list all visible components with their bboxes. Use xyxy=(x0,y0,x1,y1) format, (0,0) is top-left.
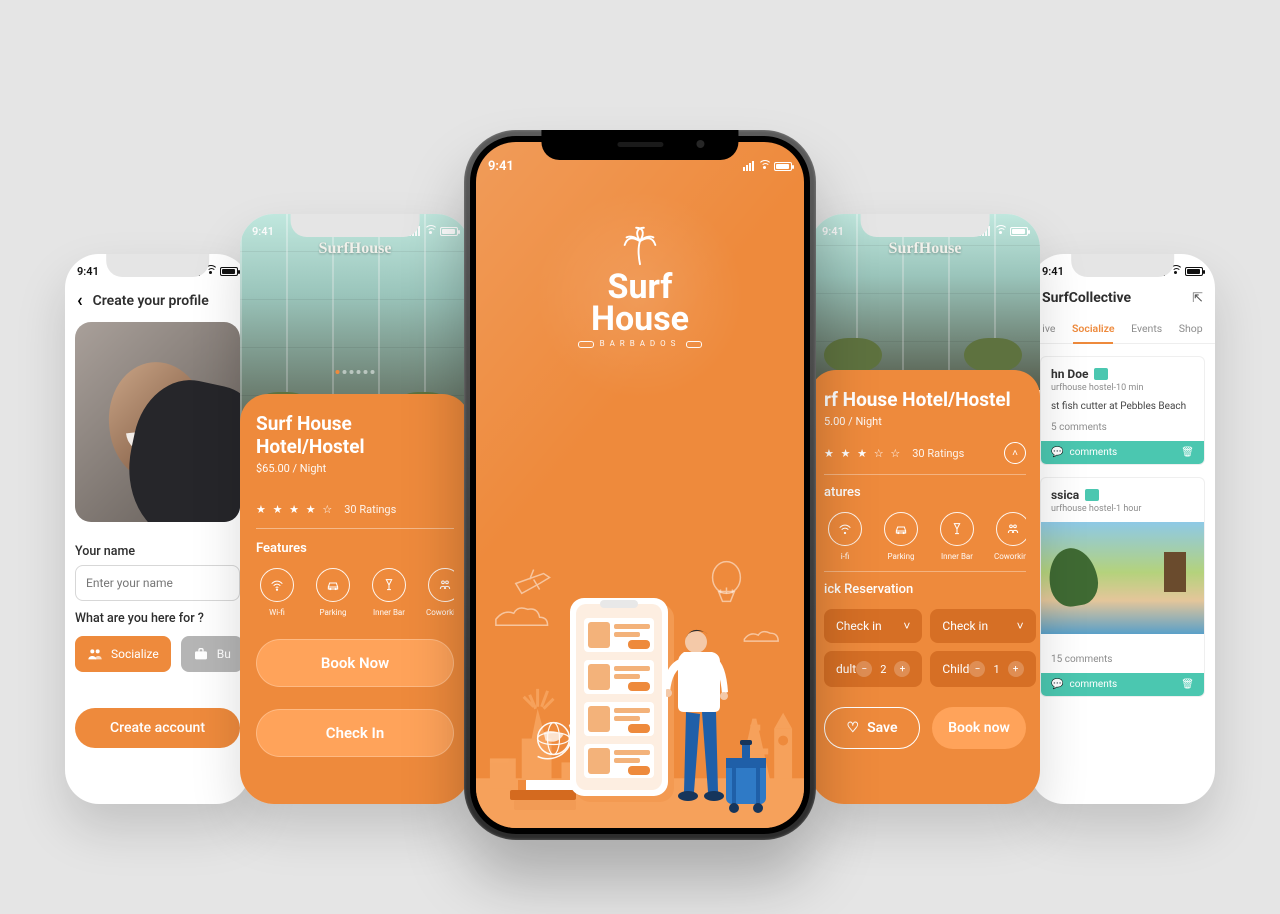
features-title: atures xyxy=(824,485,1026,500)
phone-illustration xyxy=(570,598,680,808)
comments-count: 15 comments xyxy=(1051,654,1194,665)
post-meta: urfhouse hostel-1 hour xyxy=(1051,504,1194,514)
glass-icon xyxy=(940,512,974,546)
plus-icon[interactable]: + xyxy=(1008,661,1024,677)
glass-icon xyxy=(372,568,406,602)
palm-tree-icon xyxy=(617,222,663,268)
suitcase-illustration xyxy=(724,740,774,814)
carousel-dots[interactable] xyxy=(336,370,375,374)
stars-icon: ★ ★ ★ ★ ☆ xyxy=(256,503,334,516)
profile-screen: 9:41 ‹ Create your profile Your name Ent… xyxy=(65,254,250,804)
post-author: ssica xyxy=(1051,488,1079,502)
building-sign: SurfHouse xyxy=(319,240,392,258)
chip-socialize-label: Socialize xyxy=(111,647,159,661)
feature-coworking: Coworking xyxy=(424,568,454,617)
heart-icon: ♡ xyxy=(847,720,860,736)
chat-icon: 💬 xyxy=(1051,679,1063,690)
splash-illustration xyxy=(476,468,804,828)
comments-count: 5 comments xyxy=(1051,422,1194,433)
post-author: hn Doe xyxy=(1051,367,1088,381)
tab-socialize[interactable]: Socialize xyxy=(1068,318,1119,343)
tab-live[interactable]: ive xyxy=(1038,318,1059,343)
check-in-button[interactable]: Check In xyxy=(256,709,454,757)
profile-photo[interactable] xyxy=(75,322,240,522)
status-time: 9:41 xyxy=(77,265,99,278)
chevron-up-icon[interactable]: ˄ xyxy=(1004,442,1026,464)
app-logo: Surf House BARBADOS xyxy=(558,222,722,348)
checkout-date-select[interactable]: Check in˅ xyxy=(930,609,1035,643)
back-icon[interactable]: ‹ xyxy=(77,292,83,310)
tab-bar: ive Socialize Events Shop xyxy=(1030,310,1215,344)
plus-icon[interactable]: + xyxy=(894,661,910,677)
save-button[interactable]: ♡Save xyxy=(824,707,920,749)
verified-badge-icon xyxy=(1094,368,1108,380)
chip-business-label: Bu xyxy=(217,647,231,661)
brand-subtitle: BARBADOS xyxy=(558,339,722,348)
book-now-button[interactable]: Book now xyxy=(932,707,1026,749)
chevron-down-icon: ˅ xyxy=(903,619,910,633)
name-input[interactable]: Enter your name xyxy=(75,565,240,601)
users-icon xyxy=(87,646,103,662)
car-icon xyxy=(884,512,918,546)
people-icon xyxy=(428,568,454,602)
hotel-rating: ★ ★ ★ ★ ☆ 30 Ratings xyxy=(256,503,454,516)
hotel-price: $65.00 / Night xyxy=(256,462,454,475)
chip-business[interactable]: Bu xyxy=(181,636,243,672)
hotel-title: rf House Hotel/Hostel xyxy=(824,388,1026,411)
people-icon xyxy=(996,512,1026,546)
splash-screen-device: 9:41 Surf House BARBADOS xyxy=(464,130,816,840)
trash-icon[interactable]: 🗑 xyxy=(1181,679,1194,690)
verified-badge-icon xyxy=(1085,489,1099,501)
share-icon[interactable]: ⇱ xyxy=(1192,291,1203,306)
status-time: 9:41 xyxy=(488,159,514,174)
create-account-button[interactable]: Create account xyxy=(75,708,240,748)
trash-icon[interactable]: 🗑 xyxy=(1181,447,1194,458)
hotel-hero-image: 9:41 SurfHouse xyxy=(810,214,1040,390)
feature-wifi: Wi-fi xyxy=(256,568,298,617)
chip-socialize[interactable]: Socialize xyxy=(75,636,171,672)
car-icon xyxy=(316,568,350,602)
comments-bar[interactable]: 💬comments 🗑 xyxy=(1041,673,1204,696)
minus-icon[interactable]: − xyxy=(856,661,872,677)
stars-icon: ★ ★ ★ ☆ ☆ xyxy=(824,447,902,460)
page-title: SurfCollective xyxy=(1042,290,1131,306)
tab-shop[interactable]: Shop xyxy=(1175,318,1207,343)
post-photo[interactable] xyxy=(1041,522,1204,634)
post-text: st fish cutter at Pebbles Beach xyxy=(1051,401,1194,412)
hotel-title: Surf House Hotel/Hostel xyxy=(256,412,454,458)
adult-stepper[interactable]: dult−2+ xyxy=(824,651,922,687)
minus-icon[interactable]: − xyxy=(969,661,985,677)
book-now-button[interactable]: Book Now xyxy=(256,639,454,687)
features-title: Features xyxy=(256,541,454,556)
features-row: Wi-fi Parking Inner Bar Coworking Po xyxy=(256,568,454,617)
chat-icon: 💬 xyxy=(1051,447,1063,458)
purpose-label: What are you here for ? xyxy=(75,611,240,626)
wifi-icon xyxy=(828,512,862,546)
social-feed-screen: 9:41 SurfCollective ⇱ ive Socialize Even… xyxy=(1030,254,1215,804)
comments-bar[interactable]: 💬comments 🗑 xyxy=(1041,441,1204,464)
ratings-count: 30 Ratings xyxy=(344,503,396,516)
child-stepper[interactable]: Child−1+ xyxy=(930,651,1035,687)
name-label: Your name xyxy=(75,544,240,559)
page-title: Create your profile xyxy=(93,293,209,309)
feature-parking: Parking xyxy=(312,568,354,617)
wifi-icon xyxy=(260,568,294,602)
hotel-listing-screen: 9:41 SurfHouse Surf House Hotel/Hostel $… xyxy=(240,214,470,804)
post-card: ssica urfhouse hostel-1 hour 15 comments… xyxy=(1040,477,1205,697)
chevron-down-icon: ˅ xyxy=(1017,619,1024,633)
checkin-date-select[interactable]: Check in˅ xyxy=(824,609,922,643)
quick-reservation-title: ick Reservation xyxy=(824,582,1026,597)
briefcase-icon xyxy=(193,646,209,662)
hotel-price: 5.00 / Night xyxy=(824,415,1026,428)
feature-bar: Inner Bar xyxy=(368,568,410,617)
post-card: hn Doe urfhouse hostel-10 min st fish cu… xyxy=(1040,356,1205,465)
post-meta: urfhouse hostel-10 min xyxy=(1051,383,1194,393)
tab-events[interactable]: Events xyxy=(1127,318,1166,343)
reservation-screen: 9:41 SurfHouse rf House Hotel/Hostel 5.0… xyxy=(810,214,1040,804)
